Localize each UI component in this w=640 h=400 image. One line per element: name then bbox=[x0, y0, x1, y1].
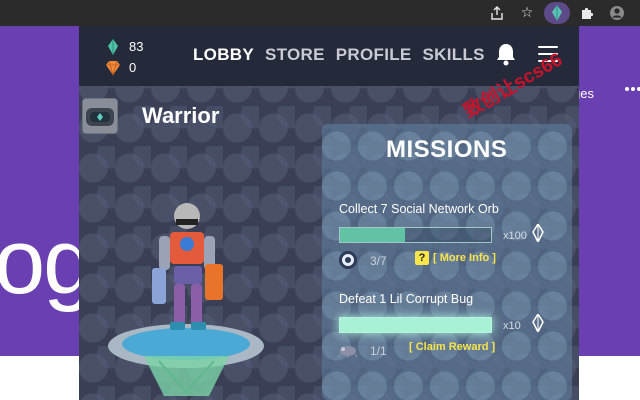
share-icon[interactable] bbox=[484, 2, 510, 24]
mission-reward: x100 bbox=[503, 230, 527, 242]
mission-progress-bar bbox=[339, 227, 492, 243]
nav-skills[interactable]: SKILLS bbox=[423, 45, 485, 65]
mission-reward: x10 bbox=[503, 320, 521, 332]
bell-icon[interactable] bbox=[495, 42, 517, 66]
mission-title: Defeat 1 Lil Corrupt Bug bbox=[339, 292, 474, 306]
main-nav: LOBBY STORE PROFILE SKILLS bbox=[193, 45, 485, 65]
orb-icon bbox=[339, 251, 357, 269]
gem-icon bbox=[532, 314, 544, 332]
profile-icon[interactable] bbox=[604, 2, 630, 24]
bookmark-star-icon[interactable]: ☆ bbox=[514, 2, 540, 24]
missions-title: MISSIONS bbox=[386, 136, 508, 163]
extension-active-icon[interactable] bbox=[544, 2, 570, 24]
mission-progress-fill bbox=[340, 318, 491, 332]
claim-reward-link[interactable]: [ Claim Reward ] bbox=[409, 341, 495, 353]
crystal-icon bbox=[106, 60, 120, 76]
apps-grid-icon[interactable] bbox=[625, 87, 640, 101]
crystal-counter: 0 bbox=[105, 57, 143, 78]
mission-progress-text: 3/7 bbox=[370, 254, 387, 268]
mission-progress-text: 1/1 bbox=[370, 344, 387, 358]
gem-icon bbox=[532, 224, 544, 242]
avatar[interactable] bbox=[82, 98, 118, 134]
gem-icon bbox=[108, 38, 118, 55]
more-info-link[interactable]: [ More Info ] bbox=[433, 252, 496, 264]
crystal-count: 0 bbox=[129, 60, 137, 75]
mission-progress-bar bbox=[339, 317, 492, 333]
nav-profile[interactable]: PROFILE bbox=[336, 45, 412, 65]
gem-counter: 83 bbox=[105, 36, 143, 57]
mission-progress-fill bbox=[340, 228, 405, 242]
browser-toolbar: ☆ bbox=[0, 0, 640, 26]
mission-title: Collect 7 Social Network Orb bbox=[339, 202, 499, 216]
missions-panel: MISSIONS Collect 7 Social Network Orb x1… bbox=[322, 124, 572, 400]
puzzle-icon[interactable] bbox=[574, 2, 600, 24]
help-button[interactable]: ? bbox=[415, 251, 429, 265]
character-illustration bbox=[108, 203, 264, 396]
character-name: Warrior bbox=[142, 103, 220, 128]
browser-toolbar-actions: ☆ bbox=[484, 0, 640, 26]
gem-count: 83 bbox=[129, 39, 144, 54]
currency-panel: 83 0 bbox=[105, 36, 143, 78]
bug-icon bbox=[338, 346, 358, 358]
nav-lobby[interactable]: LOBBY bbox=[193, 45, 254, 65]
nav-store[interactable]: STORE bbox=[265, 45, 325, 65]
